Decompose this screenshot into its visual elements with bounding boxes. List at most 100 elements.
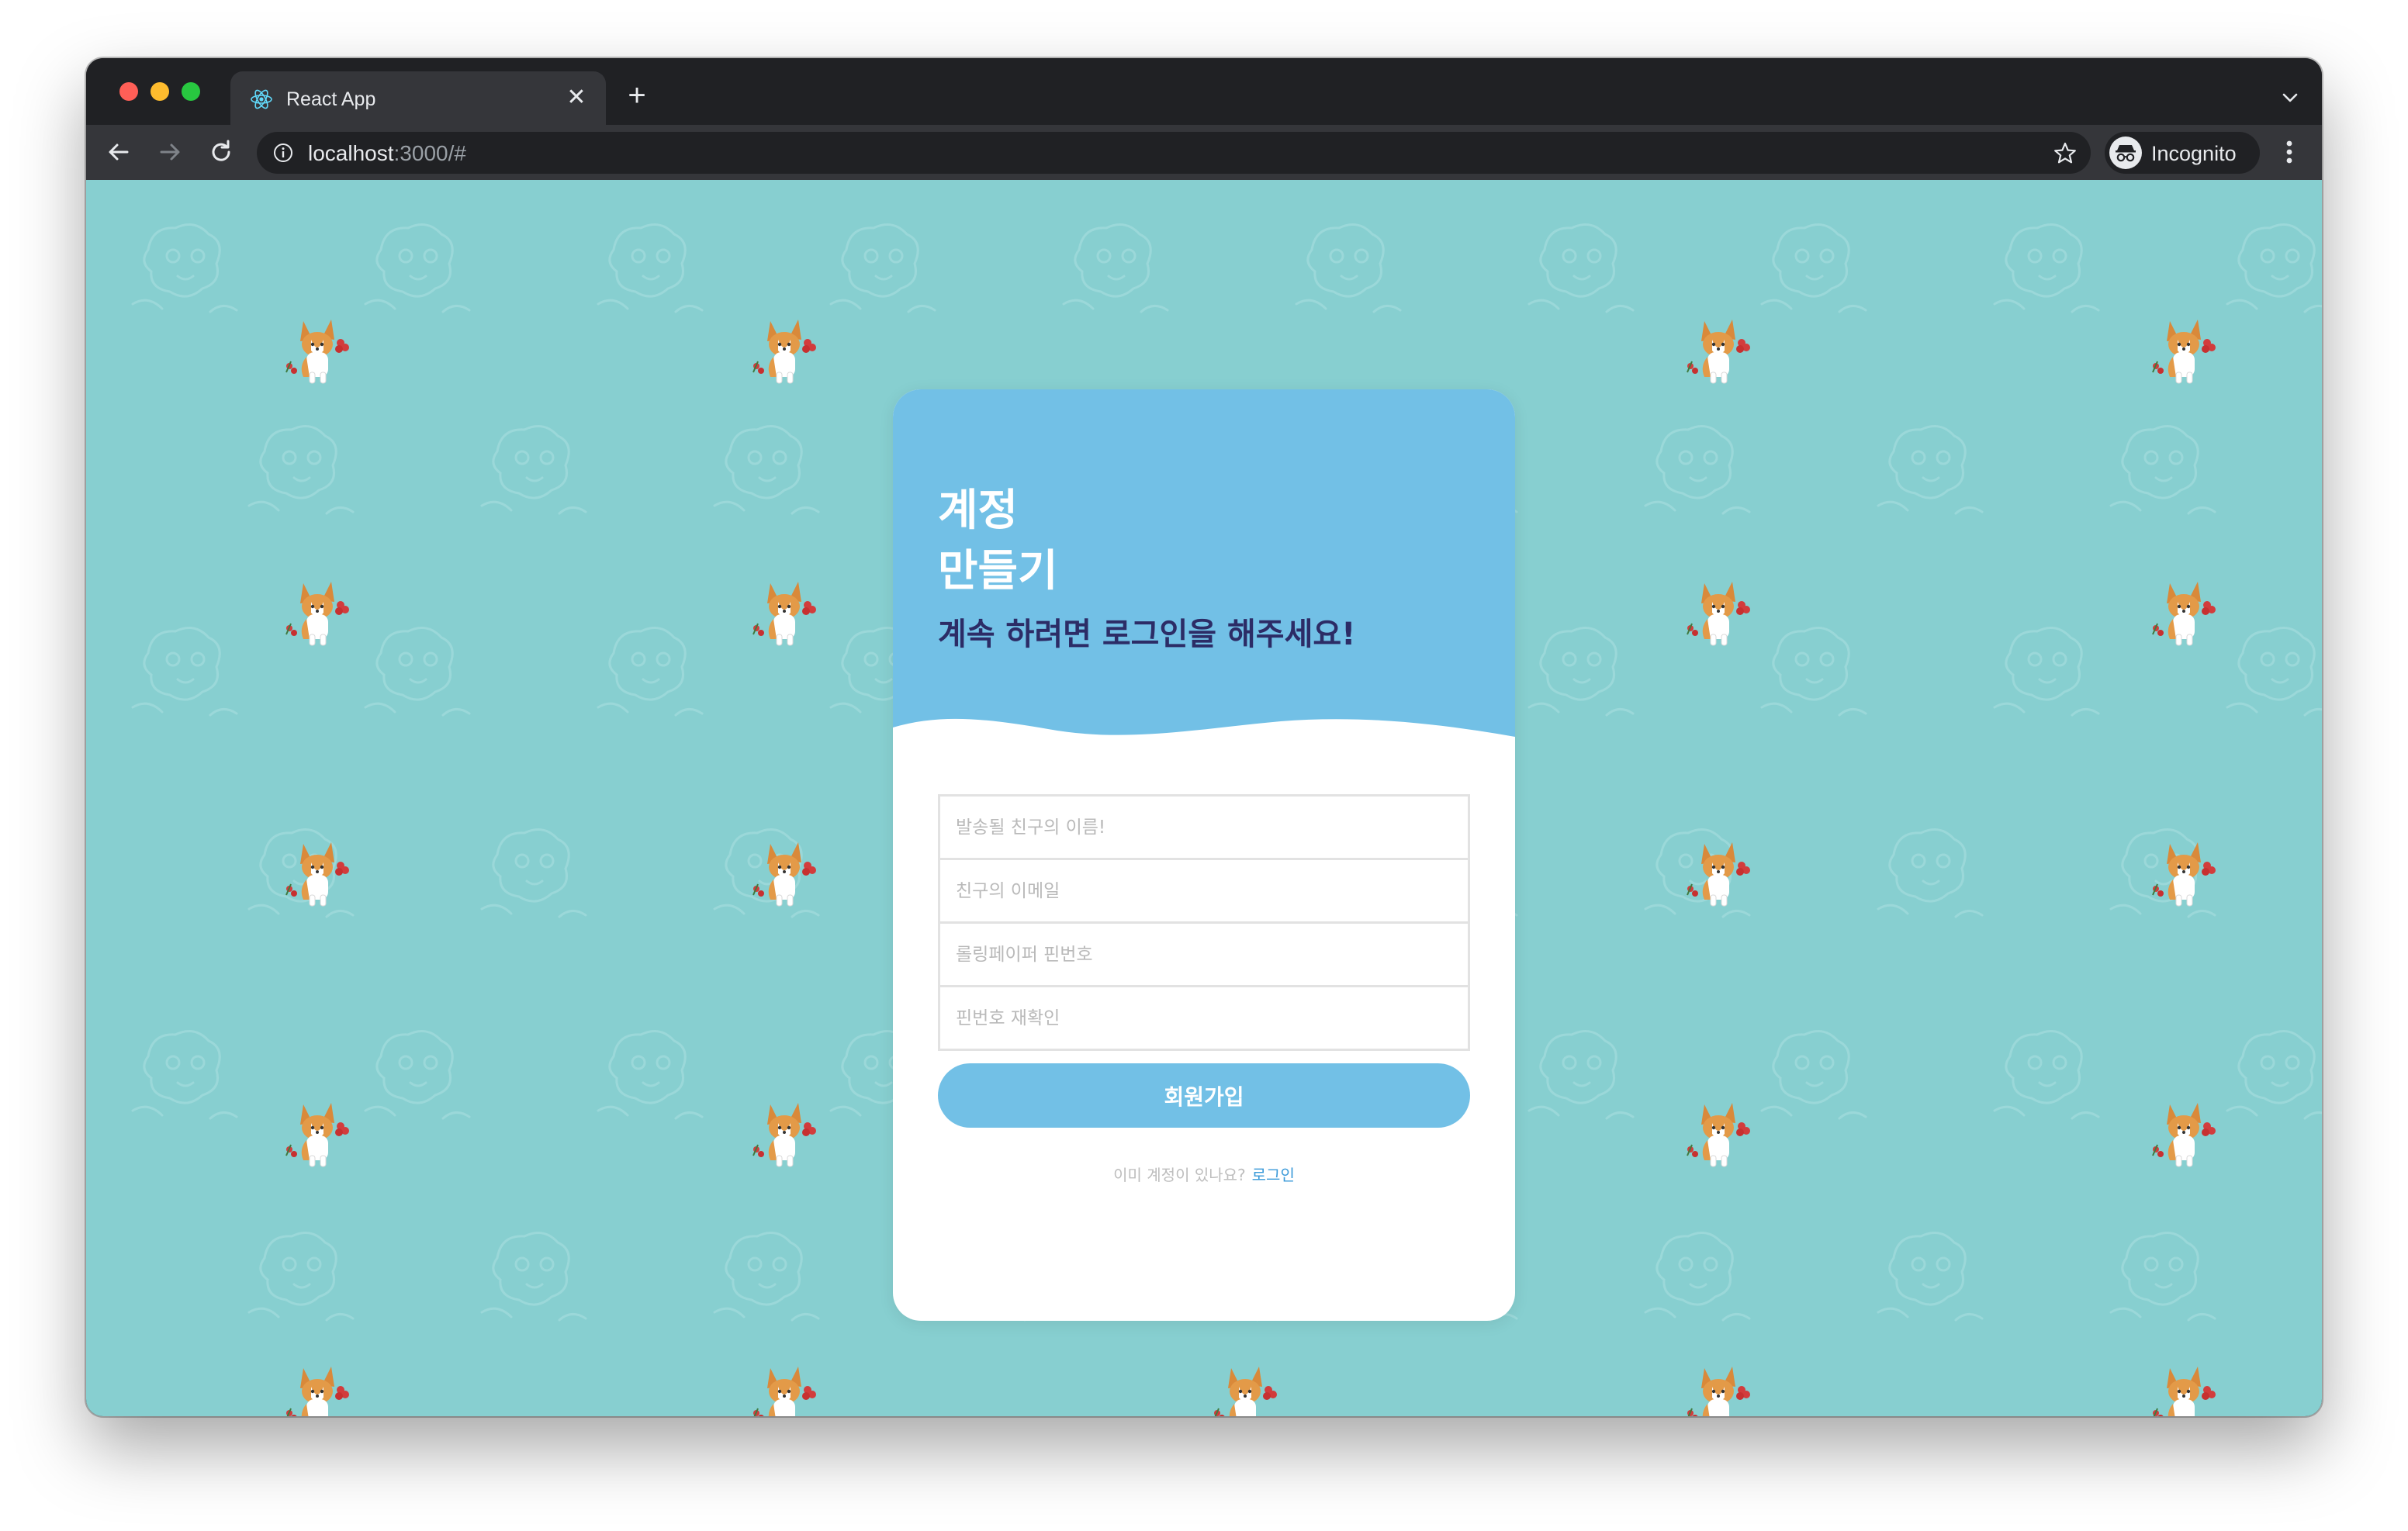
corgi-sticker-icon bbox=[2152, 320, 2216, 384]
faint-doodle-icon bbox=[1295, 223, 1402, 313]
faint-doodle-icon bbox=[1877, 828, 1984, 918]
friend-email-input[interactable] bbox=[938, 858, 1470, 924]
corgi-sticker-icon bbox=[752, 582, 816, 646]
faint-doodle-icon bbox=[2109, 425, 2216, 515]
friend-name-input[interactable] bbox=[938, 794, 1470, 860]
login-prompt-row: 이미 계정이 있나요? 로그인 bbox=[893, 1165, 1515, 1185]
faint-doodle-icon bbox=[1993, 223, 2100, 313]
title-line-2: 만들기 bbox=[938, 546, 1058, 596]
reload-icon[interactable] bbox=[204, 135, 238, 169]
corgi-sticker-icon bbox=[1687, 1103, 1750, 1167]
corgi-sticker-icon bbox=[1687, 582, 1750, 646]
faint-doodle-icon bbox=[1527, 627, 1635, 717]
login-prompt-text: 이미 계정이 있나요? bbox=[1113, 1166, 1246, 1184]
faint-doodle-icon bbox=[364, 223, 471, 313]
info-icon[interactable] bbox=[272, 142, 294, 164]
faint-doodle-icon bbox=[1877, 425, 1984, 515]
corgi-sticker-icon bbox=[2152, 582, 2216, 646]
faint-doodle-icon bbox=[2109, 1232, 2216, 1322]
faint-doodle-icon bbox=[597, 1030, 704, 1120]
faint-doodle-icon bbox=[829, 223, 936, 313]
close-icon[interactable]: ✕ bbox=[562, 84, 590, 112]
faint-doodle-icon bbox=[247, 1232, 355, 1322]
faint-doodle-icon bbox=[364, 627, 471, 717]
corgi-sticker-icon bbox=[1214, 1367, 1277, 1416]
star-icon[interactable] bbox=[2052, 140, 2078, 167]
signup-form: 회원가입 bbox=[938, 794, 1470, 1128]
corgi-sticker-icon bbox=[1687, 842, 1750, 907]
faint-doodle-icon bbox=[131, 223, 238, 313]
url-host: localhost bbox=[308, 141, 394, 165]
faint-doodle-icon bbox=[480, 1232, 587, 1322]
faint-doodle-icon bbox=[1993, 1030, 2100, 1120]
back-arrow-icon[interactable] bbox=[102, 135, 136, 169]
faint-doodle-icon bbox=[131, 627, 238, 717]
corgi-sticker-icon bbox=[1687, 320, 1750, 384]
corgi-sticker-icon bbox=[2153, 1367, 2216, 1416]
corgi-sticker-icon bbox=[753, 1367, 816, 1416]
pin-input[interactable] bbox=[938, 921, 1470, 987]
login-link[interactable]: 로그인 bbox=[1252, 1166, 1295, 1184]
zoom-window-button[interactable] bbox=[182, 82, 200, 101]
corgi-sticker-icon bbox=[752, 842, 816, 907]
faint-doodle-icon bbox=[1993, 627, 2100, 717]
close-window-button[interactable] bbox=[119, 82, 138, 101]
faint-doodle-icon bbox=[597, 627, 704, 717]
corgi-sticker-icon bbox=[285, 842, 349, 907]
faint-doodle-icon bbox=[1644, 1232, 1751, 1322]
faint-doodle-icon bbox=[1527, 223, 1635, 313]
corgi-sticker-icon bbox=[286, 1367, 349, 1416]
faint-doodle-icon bbox=[480, 828, 587, 918]
card-header: 계정 만들기 계속 하려면 로그인을 해주세요! bbox=[893, 389, 1515, 754]
tab-title: React App bbox=[286, 88, 376, 110]
minimize-window-button[interactable] bbox=[150, 82, 169, 101]
address-bar[interactable]: localhost:3000/# bbox=[257, 132, 2091, 174]
plus-icon[interactable]: + bbox=[621, 80, 652, 112]
corgi-sticker-icon bbox=[285, 1103, 349, 1167]
title-line-1: 계정 bbox=[938, 486, 1019, 536]
faint-doodle-icon bbox=[2226, 627, 2322, 717]
corgi-sticker-icon bbox=[752, 320, 816, 384]
page-title: 계정 만들기 bbox=[938, 481, 1171, 602]
pin-confirm-input[interactable] bbox=[938, 985, 1470, 1051]
incognito-profile-button[interactable]: Incognito bbox=[2105, 132, 2260, 174]
faint-doodle-icon bbox=[1527, 1030, 1635, 1120]
corgi-sticker-icon bbox=[1687, 1367, 1750, 1416]
faint-doodle-icon bbox=[2226, 1030, 2322, 1120]
faint-doodle-icon bbox=[2226, 223, 2322, 313]
faint-doodle-icon bbox=[1760, 627, 1867, 717]
faint-doodle-icon bbox=[364, 1030, 471, 1120]
incognito-icon bbox=[2109, 137, 2142, 169]
browser-toolbar: localhost:3000/# Incognito bbox=[86, 125, 2322, 180]
faint-doodle-icon bbox=[247, 425, 355, 515]
corgi-sticker-icon bbox=[2152, 842, 2216, 907]
incognito-label: Incognito bbox=[2151, 142, 2237, 165]
page-subtitle: 계속 하려면 로그인을 해주세요! bbox=[938, 617, 1356, 652]
faint-doodle-icon bbox=[1062, 223, 1169, 313]
faint-doodle-icon bbox=[1644, 425, 1751, 515]
tab-bar: React App ✕ + bbox=[86, 58, 2322, 125]
url-path: :3000/# bbox=[393, 141, 466, 165]
faint-doodle-icon bbox=[713, 1232, 820, 1322]
page-viewport: 계정 만들기 계속 하려면 로그인을 해주세요! 회원가입 이미 계정이 있나요… bbox=[86, 180, 2322, 1416]
corgi-sticker-icon bbox=[752, 1103, 816, 1167]
corgi-sticker-icon bbox=[285, 582, 349, 646]
url-text: localhost:3000/# bbox=[308, 142, 466, 165]
faint-doodle-icon bbox=[131, 1030, 238, 1120]
signup-card: 계정 만들기 계속 하려면 로그인을 해주세요! 회원가입 이미 계정이 있나요… bbox=[893, 389, 1515, 1321]
faint-doodle-icon bbox=[1760, 1030, 1867, 1120]
forward-arrow-icon[interactable] bbox=[153, 135, 187, 169]
signup-button[interactable]: 회원가입 bbox=[938, 1063, 1470, 1128]
faint-doodle-icon bbox=[480, 425, 587, 515]
kebab-menu-icon[interactable] bbox=[2275, 134, 2303, 170]
faint-doodle-icon bbox=[597, 223, 704, 313]
faint-doodle-icon bbox=[1877, 1232, 1984, 1322]
corgi-sticker-icon bbox=[2152, 1103, 2216, 1167]
corgi-sticker-icon bbox=[285, 320, 349, 384]
chevron-down-icon[interactable] bbox=[2278, 86, 2302, 109]
react-favicon-icon bbox=[251, 89, 272, 109]
faint-doodle-icon bbox=[1760, 223, 1867, 313]
faint-doodle-icon bbox=[713, 425, 820, 515]
browser-window: React App ✕ + localhost:3000/# Incognito… bbox=[86, 58, 2322, 1416]
tab-react-app[interactable]: React App ✕ bbox=[230, 71, 606, 125]
